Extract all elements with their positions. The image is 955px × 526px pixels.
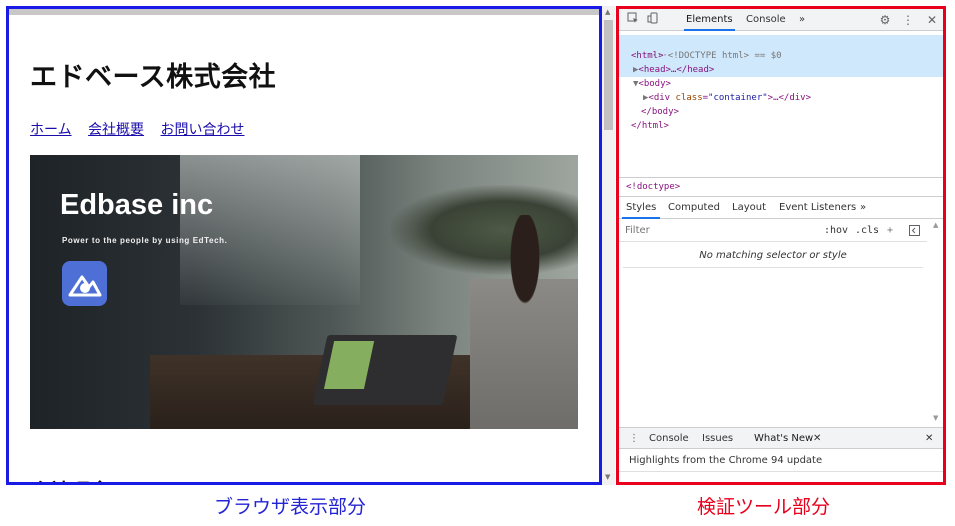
- scroll-up-icon[interactable]: ▲: [605, 8, 610, 16]
- styles-filter-input[interactable]: [625, 225, 805, 236]
- drawer-tab-bar: ⋮ Console Issues What's New ✕ ✕: [619, 427, 943, 449]
- styles-filter-bar: :hov .cls +: [619, 220, 927, 242]
- hero-image: Edbase inc Power to the people by using …: [30, 155, 578, 429]
- nav-link-home[interactable]: ホーム: [30, 122, 72, 138]
- caption-devtools-area: 検証ツール部分: [697, 496, 831, 518]
- dom-tree: ···<!DOCTYPE html> == $0 <html> ▶<head>……: [619, 31, 943, 183]
- hov-toggle[interactable]: :hov: [824, 225, 848, 236]
- hero-title: Edbase inc: [60, 189, 214, 221]
- styles-tab-bar: Styles Computed Layout Event Listeners »: [619, 197, 943, 219]
- inspect-element-icon[interactable]: [625, 12, 641, 28]
- nav-link-about[interactable]: 会社概要: [88, 122, 144, 138]
- styles-scroll-up-icon[interactable]: ▲: [933, 221, 938, 229]
- scroll-down-icon[interactable]: ▼: [605, 473, 610, 481]
- tab-elements[interactable]: Elements: [684, 14, 735, 31]
- dom-node-body-close[interactable]: </body>: [641, 105, 679, 119]
- hero-window-light: [180, 155, 360, 305]
- browser-display-area: エドベース株式会社 ホーム 会社概要 お問い合わせ Edbase inc Pow…: [6, 6, 602, 485]
- whats-new-message: Highlights from the Chrome 94 update: [629, 455, 823, 466]
- breadcrumb-doctype[interactable]: <!doctype>: [626, 182, 680, 192]
- breadcrumb: <!doctype>: [619, 177, 943, 197]
- new-style-rule-plus-icon[interactable]: +: [887, 225, 893, 236]
- tab-styles[interactable]: Styles: [621, 202, 661, 219]
- drawer-divider: [619, 471, 943, 472]
- section-heading: 会社理念: [30, 475, 110, 482]
- hero-person: [470, 215, 578, 429]
- drawer-tab-issues[interactable]: Issues: [702, 433, 733, 444]
- toggle-sidebar-icon[interactable]: [909, 225, 920, 239]
- more-styles-tabs-icon[interactable]: »: [860, 202, 866, 213]
- styles-divider: [623, 267, 923, 268]
- drawer-tab-console[interactable]: Console: [649, 433, 689, 444]
- dom-node-html-close[interactable]: </html>: [631, 119, 669, 133]
- nav-link-contact[interactable]: お問い合わせ: [161, 122, 245, 138]
- drawer-menu-icon[interactable]: ⋮: [629, 433, 639, 444]
- close-whats-new-icon[interactable]: ✕: [813, 433, 821, 444]
- scrollbar-thumb[interactable]: [604, 20, 613, 130]
- dom-node-html[interactable]: <html>: [631, 49, 664, 63]
- more-options-icon[interactable]: ⋮: [900, 12, 916, 28]
- close-devtools-icon[interactable]: ✕: [924, 12, 940, 28]
- tab-console[interactable]: Console: [746, 14, 786, 25]
- devtools-toolbar: Elements Console » ⚙ ⋮ ✕: [619, 9, 943, 31]
- tab-layout[interactable]: Layout: [732, 202, 766, 213]
- dom-node-body[interactable]: ▼<body>: [633, 77, 671, 91]
- no-matching-style-message: No matching selector or style: [699, 250, 847, 261]
- dom-node-head[interactable]: ▶<head>…</head>: [633, 63, 714, 77]
- hero-laptop: [312, 335, 458, 405]
- devtools-panel: Elements Console » ⚙ ⋮ ✕ ···<!DOCTYPE ht…: [616, 6, 946, 485]
- tab-event-listeners[interactable]: Event Listeners: [779, 202, 856, 213]
- cls-toggle[interactable]: .cls: [855, 225, 879, 236]
- caption-browser-area: ブラウザ表示部分: [214, 496, 367, 518]
- drawer-tab-whats-new[interactable]: What's New: [754, 433, 813, 444]
- settings-gear-icon[interactable]: ⚙: [877, 12, 893, 28]
- device-toolbar-icon[interactable]: [645, 12, 661, 28]
- site-title: エドベース株式会社: [30, 62, 277, 93]
- site-nav: ホーム 会社概要 お問い合わせ: [30, 119, 257, 139]
- tab-computed[interactable]: Computed: [668, 202, 720, 213]
- styles-scroll-down-icon[interactable]: ▼: [933, 414, 938, 422]
- hero-tagline: Power to the people by using EdTech.: [62, 236, 228, 245]
- styles-scrollbar[interactable]: ▲ ▼: [931, 221, 943, 426]
- browser-top-strip: [9, 9, 599, 15]
- mountain-logo-icon: [62, 261, 107, 306]
- browser-scrollbar[interactable]: ▲ ▼: [602, 6, 615, 485]
- dom-node-div-container[interactable]: ▶<div class="container">…</div>: [643, 91, 811, 105]
- more-tabs-chevron-icon[interactable]: »: [799, 14, 805, 25]
- close-drawer-icon[interactable]: ✕: [925, 433, 933, 444]
